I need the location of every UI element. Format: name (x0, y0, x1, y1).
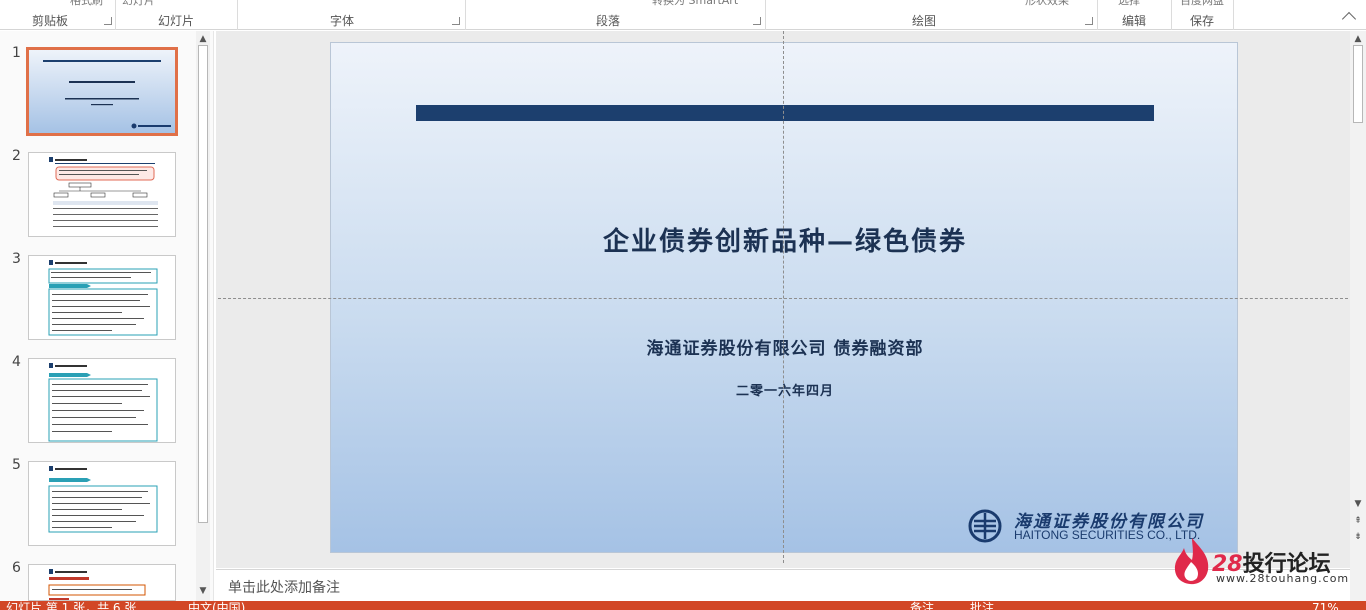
status-bar: 幻灯片 第 1 张，共 6 张 中文(中国) 备注 批注 71% (0, 601, 1366, 610)
font-group: 字体 (238, 0, 466, 30)
thumbnail-number: 4 (12, 354, 21, 370)
slide-thumbnail-4[interactable] (28, 358, 176, 443)
vertical-guide[interactable] (783, 31, 784, 563)
group-label-slides: 幻灯片 (158, 14, 195, 28)
scroll-up-icon[interactable]: ▲ (1352, 33, 1364, 45)
slide-thumbnail-6[interactable] (28, 564, 176, 601)
comments-toggle[interactable]: 批注 (970, 601, 994, 610)
group-label-drawing: 绘图 (912, 14, 937, 28)
scroll-up-icon[interactable]: ▲ (197, 33, 209, 45)
slide-title[interactable]: 企业债券创新品种—绿色债券 (331, 221, 1237, 258)
scrollbar-thumb[interactable] (1353, 45, 1363, 123)
scroll-down-icon[interactable]: ▼ (1352, 498, 1364, 510)
slide-thumbnail-2[interactable] (28, 152, 176, 237)
scrollbar-thumb[interactable] (198, 45, 208, 523)
previous-slide-icon[interactable]: ⇞ (1352, 515, 1364, 527)
drawing-group: 绘图 (766, 0, 1098, 30)
next-slide-icon[interactable]: ⇟ (1352, 531, 1364, 543)
zoom-level[interactable]: 71% (1312, 601, 1339, 610)
clipboard-group: 剪贴板 (0, 0, 116, 30)
group-label-clipboard: 剪贴板 (32, 14, 69, 28)
dialog-launcher-icon[interactable] (104, 17, 112, 25)
group-label-font: 字体 (330, 14, 355, 28)
slide-date[interactable]: 二零一六年四月 (331, 380, 1237, 399)
group-label-editing: 编辑 (1122, 14, 1147, 28)
slides-group: 幻灯片 (116, 0, 238, 30)
horizontal-guide[interactable] (218, 298, 1348, 299)
thumbnail-number: 5 (12, 457, 21, 473)
editing-group: 编辑 (1098, 0, 1172, 30)
ribbon: 格式刷 幻灯片 转换为 SmartArt 形状效果 选择 百度网盘 剪贴板 幻灯… (0, 0, 1366, 30)
thumbnail-number: 6 (12, 560, 21, 576)
save-group: 保存 (1172, 0, 1234, 30)
collapse-ribbon-icon[interactable] (1341, 11, 1357, 27)
dialog-launcher-icon[interactable] (753, 17, 761, 25)
flame-logo-icon (1174, 538, 1209, 585)
slide-subtitle[interactable]: 海通证券股份有限公司 债券融资部 (331, 334, 1237, 359)
thumbnail-scrollbar[interactable]: ▲ ▼ (196, 31, 210, 601)
slide-counter: 幻灯片 第 1 张，共 6 张 (6, 601, 137, 610)
group-label-save: 保存 (1190, 14, 1215, 28)
slide-thumbnail-5[interactable] (28, 461, 176, 546)
thumbnail-number: 1 (12, 45, 21, 61)
thumbnail-number: 3 (12, 251, 21, 267)
haitong-logo-icon (968, 509, 1002, 543)
editor-scrollbar[interactable]: ▲ ▼ ⇞ ⇟ (1350, 31, 1366, 601)
thumbnail-number: 2 (12, 148, 21, 164)
notes-placeholder[interactable]: 单击此处添加备注 (228, 577, 340, 597)
notes-toggle[interactable]: 备注 (910, 601, 934, 610)
paragraph-group: 段落 (466, 0, 766, 30)
language-indicator[interactable]: 中文(中国) (188, 601, 245, 610)
slide-thumbnail-1[interactable] (26, 47, 178, 136)
watermark-url: www.28touhang.com (1216, 572, 1350, 585)
title-bar-decoration (416, 105, 1154, 121)
dialog-launcher-icon[interactable] (1085, 17, 1093, 25)
slide-thumbnail-3[interactable] (28, 255, 176, 340)
dialog-launcher-icon[interactable] (452, 17, 460, 25)
scroll-down-icon[interactable]: ▼ (197, 585, 209, 597)
group-label-paragraph: 段落 (596, 14, 621, 28)
